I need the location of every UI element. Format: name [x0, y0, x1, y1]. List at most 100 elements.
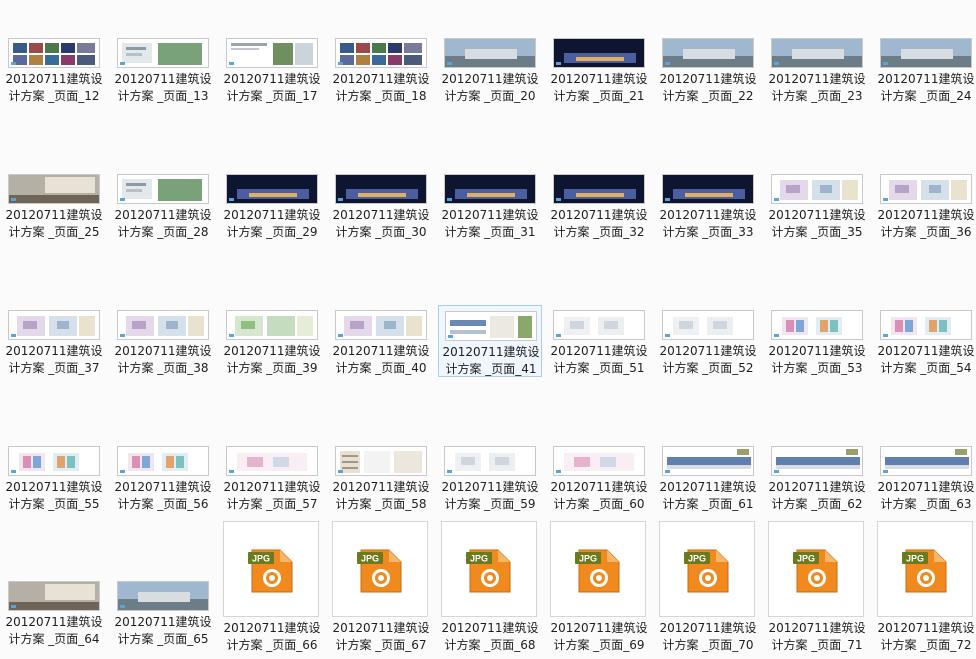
- page-thumbnail: [8, 174, 100, 204]
- page-thumbnail: [662, 310, 754, 340]
- file-item[interactable]: 20120711建筑设 计方案 _页面_31: [438, 169, 542, 241]
- file-name-line2: 计方案 _页面_25: [8, 225, 100, 239]
- jpg-file-icon: JPG: [357, 549, 402, 593]
- file-item[interactable]: 20120711建筑设 计方案 _页面_52: [656, 305, 760, 377]
- file-item[interactable]: 20120711建筑设 计方案 _页面_21: [547, 33, 651, 105]
- page-thumbnail: [445, 311, 537, 341]
- page-thumbnail: [8, 310, 100, 340]
- file-item[interactable]: 20120711建筑设 计方案 _页面_12: [2, 33, 106, 105]
- file-name-line1: 20120711建筑设: [223, 208, 321, 222]
- file-name-line1: 20120711建筑设: [877, 621, 975, 635]
- file-item[interactable]: JPG 20120711建筑设 计方案 _页面_69: [547, 521, 651, 652]
- file-name-line2: 计方案 _页面_66: [226, 638, 318, 652]
- page-thumbnail: [117, 38, 209, 68]
- file-item[interactable]: 20120711建筑设 计方案 _页面_41: [438, 305, 542, 377]
- file-name-line2: 计方案 _页面_39: [226, 361, 318, 375]
- file-item[interactable]: 20120711建筑设 计方案 _页面_58: [329, 441, 433, 513]
- file-item[interactable]: 20120711建筑设 计方案 _页面_22: [656, 33, 760, 105]
- jpg-preview: JPG: [223, 521, 319, 617]
- file-item[interactable]: JPG 20120711建筑设 计方案 _页面_72: [874, 521, 976, 652]
- page-thumbnail: [553, 310, 645, 340]
- file-name-line2: 计方案 _页面_20: [444, 89, 536, 103]
- page-thumbnail: [226, 310, 318, 340]
- file-item[interactable]: 20120711建筑设 计方案 _页面_65: [111, 521, 215, 646]
- page-thumbnail: [771, 446, 863, 476]
- file-item[interactable]: 20120711建筑设 计方案 _页面_63: [874, 441, 976, 513]
- file-item[interactable]: 20120711建筑设 计方案 _页面_23: [765, 33, 869, 105]
- file-item[interactable]: 20120711建筑设 计方案 _页面_29: [220, 169, 324, 241]
- file-name-line1: 20120711建筑设: [223, 480, 321, 494]
- file-item[interactable]: 20120711建筑设 计方案 _页面_54: [874, 305, 976, 377]
- file-item[interactable]: 20120711建筑设 计方案 _页面_53: [765, 305, 869, 377]
- file-item[interactable]: JPG 20120711建筑设 计方案 _页面_70: [656, 521, 760, 652]
- file-item[interactable]: 20120711建筑设 计方案 _页面_61: [656, 441, 760, 513]
- file-item[interactable]: 20120711建筑设 计方案 _页面_13: [111, 33, 215, 105]
- file-name-line1: 20120711建筑设: [332, 480, 430, 494]
- page-thumbnail: [880, 174, 972, 204]
- file-item[interactable]: 20120711建筑设 计方案 _页面_30: [329, 169, 433, 241]
- file-item[interactable]: 20120711建筑设 计方案 _页面_59: [438, 441, 542, 513]
- jpg-file-icon: JPG: [902, 549, 947, 593]
- page-thumbnail: [771, 38, 863, 68]
- file-name-line2: 计方案 _页面_69: [553, 638, 645, 652]
- page-thumbnail: [880, 310, 972, 340]
- file-item[interactable]: JPG 20120711建筑设 计方案 _页面_71: [765, 521, 869, 652]
- page-thumbnail: [117, 310, 209, 340]
- file-name-line2: 计方案 _页面_17: [226, 89, 318, 103]
- jpg-file-icon: JPG: [684, 549, 729, 593]
- file-name-line2: 计方案 _页面_71: [771, 638, 863, 652]
- file-item[interactable]: 20120711建筑设 计方案 _页面_32: [547, 169, 651, 241]
- file-item[interactable]: 20120711建筑设 计方案 _页面_36: [874, 169, 976, 241]
- file-item[interactable]: 20120711建筑设 计方案 _页面_35: [765, 169, 869, 241]
- svg-text:JPG: JPG: [361, 554, 379, 564]
- page-thumbnail: [880, 38, 972, 68]
- file-name-line2: 计方案 _页面_56: [117, 497, 209, 511]
- file-item[interactable]: 20120711建筑设 计方案 _页面_39: [220, 305, 324, 377]
- file-item[interactable]: 20120711建筑设 计方案 _页面_62: [765, 441, 869, 513]
- file-item[interactable]: 20120711建筑设 计方案 _页面_64: [2, 521, 106, 646]
- file-name-line2: 计方案 _页面_55: [8, 497, 100, 511]
- file-item[interactable]: 20120711建筑设 计方案 _页面_25: [2, 169, 106, 241]
- file-name-line2: 计方案 _页面_62: [771, 497, 863, 511]
- jpg-file-icon: JPG: [248, 549, 293, 593]
- file-item[interactable]: 20120711建筑设 计方案 _页面_40: [329, 305, 433, 377]
- file-name-line1: 20120711建筑设: [550, 480, 648, 494]
- file-item[interactable]: 20120711建筑设 计方案 _页面_56: [111, 441, 215, 513]
- file-item[interactable]: 20120711建筑设 计方案 _页面_18: [329, 33, 433, 105]
- file-name-line1: 20120711建筑设: [659, 480, 757, 494]
- page-thumbnail: [335, 38, 427, 68]
- file-name-line2: 计方案 _页面_21: [553, 89, 645, 103]
- file-name-line2: 计方案 _页面_65: [117, 632, 209, 646]
- file-name-line2: 计方案 _页面_18: [335, 89, 427, 103]
- file-item[interactable]: JPG 20120711建筑设 计方案 _页面_66: [220, 521, 324, 652]
- file-item[interactable]: 20120711建筑设 计方案 _页面_57: [220, 441, 324, 513]
- file-item[interactable]: 20120711建筑设 计方案 _页面_24: [874, 33, 976, 105]
- file-item[interactable]: 20120711建筑设 计方案 _页面_28: [111, 169, 215, 241]
- file-name-line2: 计方案 _页面_22: [662, 89, 754, 103]
- file-name-line2: 计方案 _页面_61: [662, 497, 754, 511]
- page-thumbnail: [335, 174, 427, 204]
- file-item[interactable]: 20120711建筑设 计方案 _页面_38: [111, 305, 215, 377]
- file-item[interactable]: 20120711建筑设 计方案 _页面_17: [220, 33, 324, 105]
- jpg-preview: JPG: [877, 521, 973, 617]
- file-item[interactable]: 20120711建筑设 计方案 _页面_33: [656, 169, 760, 241]
- file-name-line1: 20120711建筑设: [442, 345, 540, 359]
- page-thumbnail: [117, 446, 209, 476]
- file-name-line1: 20120711建筑设: [768, 621, 866, 635]
- file-item[interactable]: JPG 20120711建筑设 计方案 _页面_67: [329, 521, 433, 652]
- file-name-line1: 20120711建筑设: [877, 480, 975, 494]
- page-thumbnail: [771, 174, 863, 204]
- file-item[interactable]: 20120711建筑设 计方案 _页面_37: [2, 305, 106, 377]
- page-thumbnail: [226, 174, 318, 204]
- file-item[interactable]: JPG 20120711建筑设 计方案 _页面_68: [438, 521, 542, 652]
- page-thumbnail: [226, 38, 318, 68]
- file-item[interactable]: 20120711建筑设 计方案 _页面_55: [2, 441, 106, 513]
- jpg-preview: JPG: [441, 521, 537, 617]
- file-name-line1: 20120711建筑设: [114, 208, 212, 222]
- svg-text:JPG: JPG: [252, 554, 270, 564]
- file-item[interactable]: 20120711建筑设 计方案 _页面_20: [438, 33, 542, 105]
- file-item[interactable]: 20120711建筑设 计方案 _页面_60: [547, 441, 651, 513]
- file-name-line1: 20120711建筑设: [5, 615, 103, 629]
- file-item[interactable]: 20120711建筑设 计方案 _页面_51: [547, 305, 651, 377]
- file-name-line1: 20120711建筑设: [223, 344, 321, 358]
